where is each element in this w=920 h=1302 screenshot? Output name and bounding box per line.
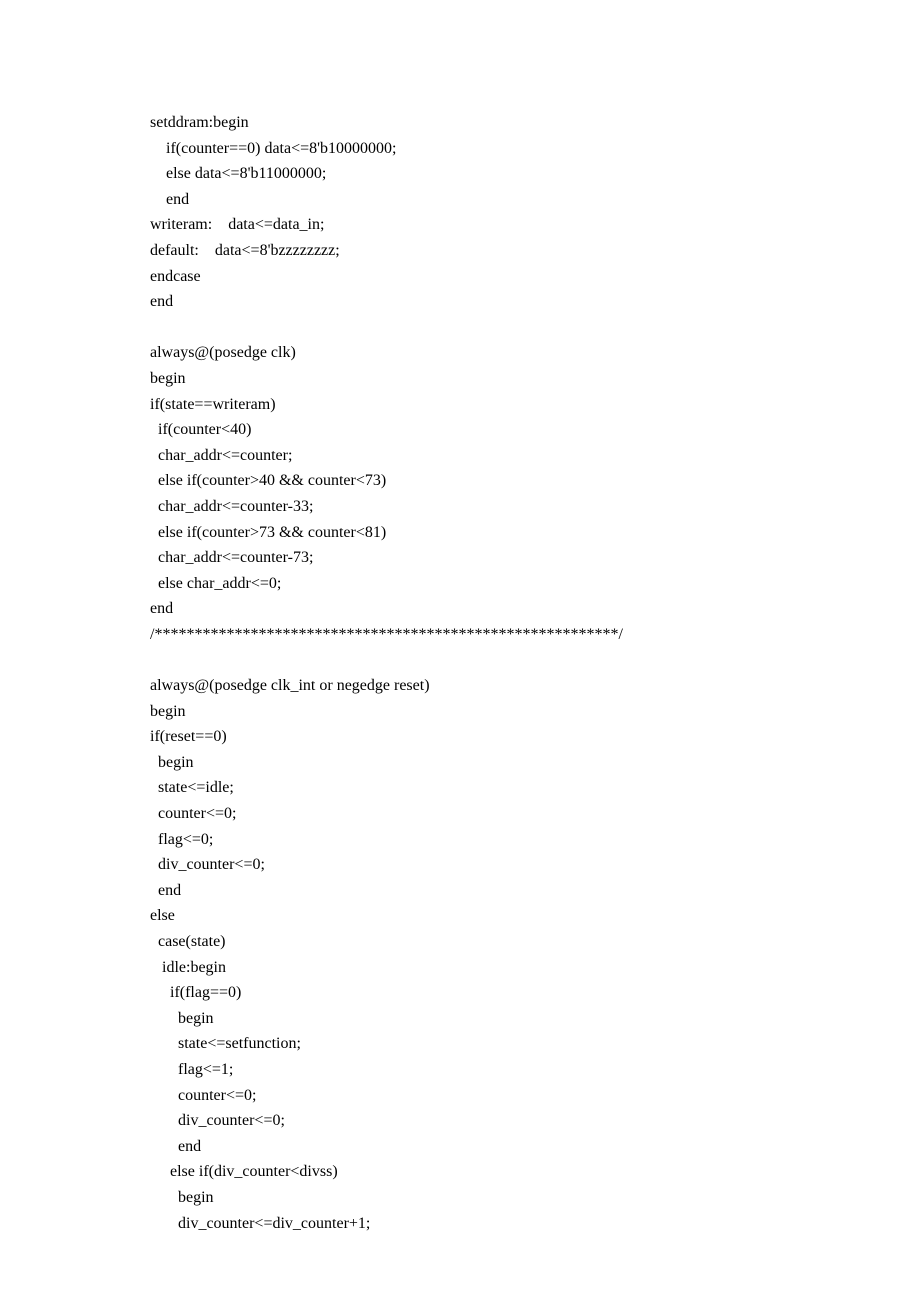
code-line: state<=idle; (150, 775, 770, 801)
code-line: flag<=0; (150, 827, 770, 853)
code-line: case(state) (150, 929, 770, 955)
code-line: always@(posedge clk) (150, 340, 770, 366)
code-line: begin (150, 750, 770, 776)
document-page: setddram:begin if(counter==0) data<=8'b1… (0, 0, 920, 1302)
code-line: else char_addr<=0; (150, 571, 770, 597)
code-line: div_counter<=0; (150, 1108, 770, 1134)
code-line: end (150, 596, 770, 622)
code-line: begin (150, 366, 770, 392)
code-line: begin (150, 1185, 770, 1211)
code-line: if(reset==0) (150, 724, 770, 750)
code-line: end (150, 1134, 770, 1160)
code-line: else data<=8'b11000000; (150, 161, 770, 187)
code-line: counter<=0; (150, 1083, 770, 1109)
code-line: else (150, 903, 770, 929)
code-line: idle:begin (150, 955, 770, 981)
code-line: /***************************************… (150, 622, 770, 648)
code-line (150, 647, 770, 673)
code-line: div_counter<=div_counter+1; (150, 1211, 770, 1237)
code-line: end (150, 878, 770, 904)
code-line: end (150, 289, 770, 315)
code-line: if(counter==0) data<=8'b10000000; (150, 136, 770, 162)
code-line: begin (150, 1006, 770, 1032)
code-line: always@(posedge clk_int or negedge reset… (150, 673, 770, 699)
code-line: end (150, 187, 770, 213)
code-line: div_counter<=0; (150, 852, 770, 878)
code-line: else if(counter>73 && counter<81) (150, 520, 770, 546)
code-line: else if(counter>40 && counter<73) (150, 468, 770, 494)
code-line: endcase (150, 264, 770, 290)
code-line: if(flag==0) (150, 980, 770, 1006)
code-line (150, 315, 770, 341)
code-line: setddram:begin (150, 110, 770, 136)
code-line: state<=setfunction; (150, 1031, 770, 1057)
code-line: char_addr<=counter-73; (150, 545, 770, 571)
code-block: setddram:begin if(counter==0) data<=8'b1… (150, 110, 770, 1236)
code-line: if(counter<40) (150, 417, 770, 443)
code-line: default: data<=8'bzzzzzzzz; (150, 238, 770, 264)
code-line: char_addr<=counter; (150, 443, 770, 469)
code-line: begin (150, 699, 770, 725)
code-line: writeram: data<=data_in; (150, 212, 770, 238)
code-line: else if(div_counter<divss) (150, 1159, 770, 1185)
code-line: flag<=1; (150, 1057, 770, 1083)
code-line: counter<=0; (150, 801, 770, 827)
code-line: char_addr<=counter-33; (150, 494, 770, 520)
code-line: if(state==writeram) (150, 392, 770, 418)
